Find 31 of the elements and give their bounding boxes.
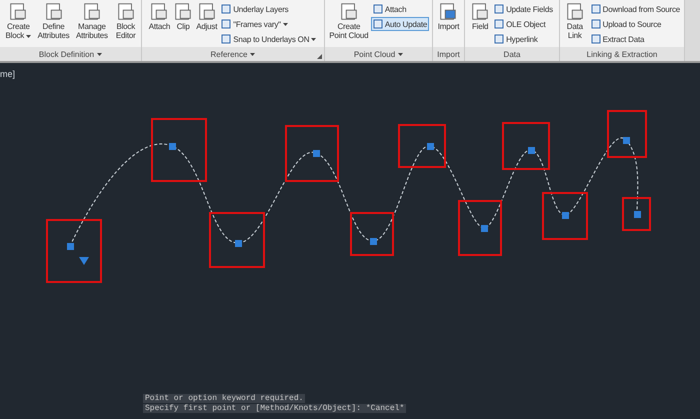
ribbon-button[interactable]: Create Point Cloud xyxy=(328,2,370,47)
ribbon-button[interactable]: Import xyxy=(436,2,460,47)
ribbon-small-button[interactable]: Upload to Source xyxy=(588,17,682,31)
ribbon-small-button[interactable]: Auto Update xyxy=(370,17,430,31)
ribbon-button[interactable]: Data Link xyxy=(562,2,588,47)
ribbon-button[interactable]: Create Block xyxy=(2,2,35,47)
ribbon-button[interactable]: Clip xyxy=(172,2,194,47)
ribbon-small-button[interactable]: Extract Data xyxy=(588,32,682,46)
ribbon-small-button[interactable]: Download from Source xyxy=(588,2,682,16)
ribbon-small-button[interactable]: Snap to Underlays ON xyxy=(219,32,318,46)
viewport-label: me] xyxy=(0,69,16,79)
panel-title: Point Cloud xyxy=(354,50,396,58)
ribbon-button[interactable]: Block Editor xyxy=(112,2,139,47)
panel-title: Block Definition xyxy=(38,50,94,58)
ribbon-small-button[interactable]: OLE Object xyxy=(492,17,555,31)
command-line-text: Point or option keyword required. xyxy=(143,394,306,403)
ribbon-small-button[interactable]: Attach xyxy=(370,2,430,16)
ribbon-small-button[interactable]: Underlay Layers xyxy=(219,2,318,16)
panel-title: Reference xyxy=(210,50,248,58)
ribbon-button[interactable]: Adjust xyxy=(195,2,218,47)
panel-title: Import xyxy=(437,50,460,58)
ribbon-button[interactable]: Define Attributes xyxy=(36,2,72,47)
ribbon-small-button[interactable]: Update Fields xyxy=(492,2,555,16)
command-line-text: Specify first point or [Method/Knots/Object]: *Cancel* xyxy=(143,404,406,413)
ribbon-button[interactable]: Attach xyxy=(148,2,172,47)
panel-title: Linking & Extraction xyxy=(586,50,658,58)
ribbon-button[interactable]: Manage Attributes xyxy=(72,2,112,47)
ribbon-button[interactable]: Field xyxy=(469,2,492,47)
panel-title: Data xyxy=(504,50,520,58)
ribbon-small-button[interactable]: Hyperlink xyxy=(492,32,555,46)
ribbon-small-button[interactable]: "Frames vary" xyxy=(219,17,318,31)
